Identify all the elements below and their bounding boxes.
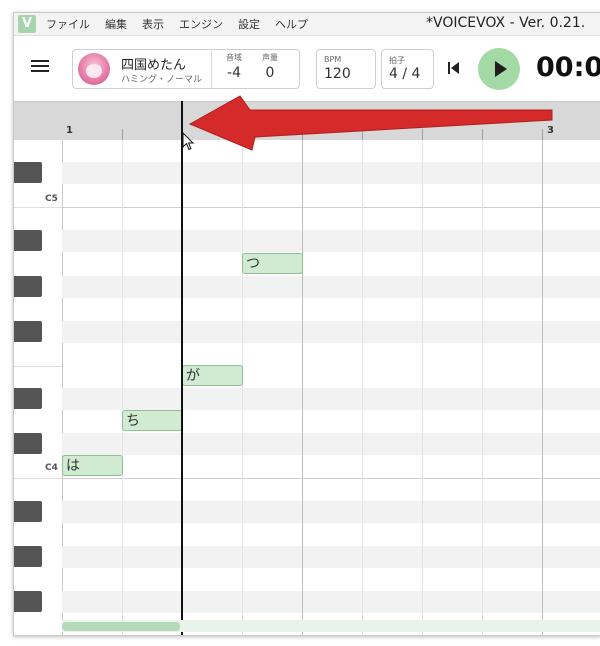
mouse-cursor-icon	[182, 132, 195, 151]
bar-number: 1	[66, 125, 73, 136]
grid-row	[62, 388, 600, 410]
toolbar: 四国めたん ハミング・ノーマル 音域 -4 声量 0 BPM 120 拍子 4 …	[14, 36, 600, 101]
grid-row	[62, 230, 600, 252]
measure-ruler[interactable]: 1 2 3	[14, 101, 600, 141]
note-block[interactable]: は	[62, 455, 123, 476]
black-key[interactable]	[14, 591, 42, 612]
measure-line	[542, 140, 543, 635]
note-block[interactable]: が	[182, 365, 243, 386]
octave-line	[62, 207, 600, 208]
bar-number: 2	[308, 125, 315, 136]
menu-file[interactable]: ファイル	[46, 16, 90, 32]
singer-name: 四国めたん	[121, 58, 187, 73]
singer-divider	[211, 50, 212, 88]
key-shift-label: 音域	[226, 53, 242, 62]
piano-keyboard[interactable]: C5 C4	[14, 140, 63, 635]
menu-engine[interactable]: エンジン	[179, 16, 223, 32]
grid-row	[62, 276, 600, 298]
bpm-value: 120	[324, 66, 351, 82]
octave-label-c4: C4	[45, 463, 58, 473]
key-shift-param[interactable]: 音域 -4	[214, 53, 254, 83]
key-divider	[14, 478, 62, 479]
hamburger-menu-icon[interactable]	[31, 57, 51, 77]
note-lyric: ち	[126, 413, 140, 429]
skip-to-start-icon[interactable]	[446, 60, 462, 76]
menu-help[interactable]: ヘルプ	[275, 16, 308, 32]
horizontal-scrollbar[interactable]	[62, 620, 600, 632]
grid-row	[62, 501, 600, 523]
app-window: V ファイル 編集 表示 エンジン 設定 ヘルプ *VOICEVOX - Ver…	[13, 12, 600, 636]
grid-row	[62, 433, 600, 455]
playhead[interactable]	[181, 101, 183, 635]
time-signature-label: 拍子	[389, 56, 405, 65]
note-lyric: つ	[246, 256, 260, 272]
singer-avatar	[78, 53, 110, 85]
beat-line	[422, 140, 423, 635]
time-display: 00:0	[536, 52, 600, 83]
black-key[interactable]	[14, 501, 42, 522]
beat-line	[242, 140, 243, 635]
singer-selector[interactable]: 四国めたん ハミング・ノーマル 音域 -4 声量 0	[72, 49, 300, 89]
black-key[interactable]	[14, 230, 42, 251]
beat-line	[482, 140, 483, 635]
note-lyric: は	[66, 458, 80, 474]
note-block[interactable]: つ	[242, 253, 303, 274]
black-key[interactable]	[14, 162, 42, 183]
menu-items: ファイル 編集 表示 エンジン 設定 ヘルプ	[46, 16, 323, 32]
volume-label: 声量	[262, 53, 278, 62]
black-key[interactable]	[14, 546, 42, 567]
black-key[interactable]	[14, 388, 42, 409]
measure-line	[302, 140, 303, 635]
black-key[interactable]	[14, 321, 42, 342]
note-lyric: が	[186, 368, 200, 384]
grid-row	[62, 162, 600, 184]
beat-line	[362, 140, 363, 635]
beat-line	[122, 140, 123, 635]
bar-number: 3	[547, 125, 554, 136]
grid-row	[62, 591, 600, 613]
key-shift-value: -4	[227, 65, 241, 81]
volume-param[interactable]: 声量 0	[250, 53, 290, 83]
volume-value: 0	[265, 65, 275, 81]
black-key[interactable]	[14, 276, 42, 297]
singer-style: ハミング・ノーマル	[121, 75, 203, 85]
piano-roll[interactable]: C5 C4 つ が ち は	[14, 140, 600, 635]
grid-row	[62, 546, 600, 568]
octave-line	[62, 478, 600, 479]
scrollbar-thumb[interactable]	[62, 622, 180, 631]
menu-edit[interactable]: 編集	[105, 16, 127, 32]
note-block[interactable]: ち	[122, 410, 183, 431]
time-signature-field[interactable]: 拍子 4 / 4	[381, 49, 434, 89]
bpm-field[interactable]: BPM 120	[316, 49, 376, 89]
bpm-label: BPM	[324, 55, 342, 64]
key-divider	[14, 207, 62, 208]
window-title: *VOICEVOX - Ver. 0.21.	[426, 15, 586, 31]
note-grid[interactable]: つ が ち は	[62, 140, 600, 635]
key-divider	[14, 366, 62, 367]
play-button[interactable]	[478, 48, 520, 90]
menu-bar: V ファイル 編集 表示 エンジン 設定 ヘルプ *VOICEVOX - Ver…	[14, 13, 600, 36]
time-signature-value: 4 / 4	[389, 66, 421, 82]
menu-settings[interactable]: 設定	[238, 16, 260, 32]
app-logo: V	[18, 15, 36, 33]
octave-label-c5: C5	[45, 194, 58, 204]
grid-row	[62, 321, 600, 343]
black-key[interactable]	[14, 433, 42, 454]
menu-view[interactable]: 表示	[142, 16, 164, 32]
